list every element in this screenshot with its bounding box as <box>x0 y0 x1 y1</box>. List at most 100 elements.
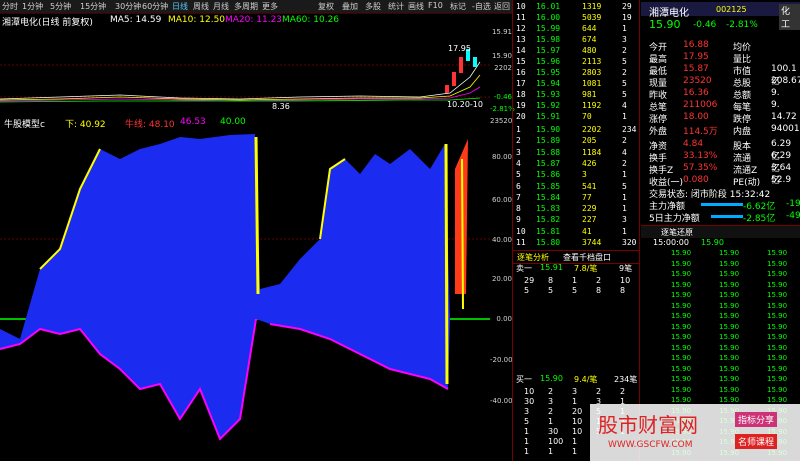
mark-button[interactable]: 标记 <box>450 1 466 12</box>
price-chart[interactable]: 17.95 8.36 10.20-10 <box>0 27 490 115</box>
quote-cell: 57.35% <box>683 163 718 173</box>
flow5-row: 5日主力净额 -2.85亿 -49 <box>641 211 800 224</box>
badge-indicator-share[interactable]: 指标分享 <box>735 412 778 427</box>
badge-courses[interactable]: 名师课程 <box>735 434 778 449</box>
order-book-cell-i: 13 <box>516 35 526 44</box>
order-book-cell-v2: 1 <box>622 192 627 202</box>
order-book-row[interactable]: 7 15.84 77 1 <box>514 192 638 204</box>
restore-rights-button[interactable]: 复权 <box>318 1 334 12</box>
tab-week[interactable]: 周线 <box>193 1 209 12</box>
draw-line-button[interactable]: 画线 <box>408 1 424 12</box>
tab-1min[interactable]: 1分钟 <box>22 1 43 12</box>
order-book-row[interactable]: 8 15.83 229 1 <box>514 203 638 215</box>
grid-cell: 1 <box>572 397 578 406</box>
add-favorite-button[interactable]: -自选 <box>472 1 491 12</box>
grid-cell: 29 <box>524 276 535 285</box>
order-book-cell-v2: 1 <box>622 170 627 180</box>
grid-cell: 2 <box>620 387 626 396</box>
grid-cell: 1 <box>548 417 554 426</box>
tick-row: 15.90 <box>719 364 740 373</box>
date-range-label: 10.20-10 <box>447 100 483 109</box>
quote-cell: 15.87 <box>683 64 709 74</box>
tick-list-title[interactable]: 逐笔还原 <box>661 227 693 238</box>
order-book-cell-v: 426 <box>582 158 597 168</box>
order-book-cell-v: 2113 <box>582 57 602 66</box>
order-book-cell-p: 15.88 <box>536 147 561 157</box>
grid-cell: 1 <box>524 427 530 436</box>
order-book-cell-v2: 2 <box>622 68 627 77</box>
grid-cell: 1 <box>524 437 530 446</box>
grid-cell: 5 <box>524 286 530 295</box>
tab-day[interactable]: 日线 <box>172 1 188 12</box>
order-book-row[interactable]: 2 15.89 205 2 <box>514 135 638 147</box>
indicator-chart[interactable] <box>0 129 490 459</box>
tab-month[interactable]: 月线 <box>213 1 229 12</box>
tab-depth-view[interactable]: 查看千档盘口 <box>563 252 611 263</box>
tab-tick-analysis[interactable]: 逐笔分析 <box>517 252 549 263</box>
tick-row: 15.90 <box>719 343 740 352</box>
main-flow-bar <box>701 203 743 206</box>
order-book-cell-v2: 4 <box>622 101 627 110</box>
current-price: 15.90 <box>649 18 681 31</box>
grid-cell: 2 <box>596 276 602 285</box>
tab-5min[interactable]: 5分钟 <box>50 1 71 12</box>
stats-button[interactable]: 统计 <box>388 1 404 12</box>
buy-one-label: 买一 <box>516 375 532 384</box>
tab-fenshi[interactable]: 分时 <box>2 1 18 12</box>
order-book-row[interactable]: 1 15.90 2202 234 <box>514 124 638 136</box>
tick-row: 15.90 <box>671 301 692 310</box>
multi-stock-button[interactable]: 多股 <box>365 1 381 12</box>
order-book-row[interactable]: 6 15.85 541 5 <box>514 181 638 193</box>
analysis-tabs: 逐笔分析 查看千档盘口 <box>513 250 639 264</box>
quote-cell: 14.72 <box>771 112 797 122</box>
tab-multi-period[interactable]: 多周期 <box>234 1 258 12</box>
buy-one-price: 15.90 <box>540 374 563 383</box>
order-book-cell-i: 8 <box>516 204 521 214</box>
order-book-cell-p: 15.94 <box>536 79 561 88</box>
order-book-cell-v2: 3 <box>622 215 627 225</box>
tab-30min[interactable]: 30分钟 <box>115 1 141 12</box>
order-book-row[interactable]: 4 15.87 426 2 <box>514 158 638 170</box>
order-book-cell-v: 480 <box>582 46 597 55</box>
ind-axis-20: 20.00 <box>491 275 512 283</box>
yellow-signal-1 <box>254 136 260 295</box>
order-book-cell-i: 4 <box>516 158 521 168</box>
tick-row: 15.90 <box>719 259 740 268</box>
order-book-cell-v2: 5 <box>622 79 627 88</box>
order-book-cell-v2: 1 <box>622 112 627 121</box>
tick-row: 15.90 <box>671 333 692 341</box>
tab-15min[interactable]: 15分钟 <box>80 1 106 12</box>
back-button[interactable]: 返回 <box>494 1 510 12</box>
f10-button[interactable]: F10 <box>428 1 443 10</box>
order-book-row[interactable]: 11 15.80 3744 320 <box>514 237 638 249</box>
order-book-cell-p: 15.96 <box>536 57 561 66</box>
grid-cell: 10 <box>572 417 583 426</box>
overlay-button[interactable]: 叠加 <box>342 1 358 12</box>
order-book-row[interactable]: 9 15.82 227 3 <box>514 214 638 226</box>
sell-one-qty: 7.8/笔 <box>574 264 598 273</box>
order-book-row[interactable]: 20 15.91 70 1 <box>514 111 638 123</box>
grid-cell: 30 <box>548 427 559 436</box>
tab-more[interactable]: 更多 <box>262 1 278 12</box>
main-flow-value-2: -19 <box>786 199 800 209</box>
tick-row: 15.90 <box>719 301 740 310</box>
order-book-row[interactable]: 5 15.86 3 1 <box>514 169 638 181</box>
tab-60min[interactable]: 60分钟 <box>142 1 168 12</box>
order-book-row[interactable]: 3 15.88 1184 4 <box>514 147 638 159</box>
grid-cell: 3 <box>548 397 554 406</box>
sell-one-price: 15.91 <box>540 263 563 272</box>
tick-price: 15.90 <box>701 238 724 247</box>
order-book-cell-v: 674 <box>582 35 597 44</box>
order-book-cell-i: 19 <box>516 101 526 110</box>
order-book-row[interactable]: 10 15.81 41 1 <box>514 226 638 238</box>
tick-row: 15.90 <box>719 322 740 331</box>
tick-row: 15.90 <box>719 375 740 383</box>
grid-cell: 100 <box>548 437 564 446</box>
grid-cell: 5 <box>548 286 554 295</box>
quote-cell: 17.95 <box>683 52 709 62</box>
order-book-cell-v2: 19 <box>622 13 632 22</box>
order-book-cell-p: 15.85 <box>536 181 561 191</box>
quote-cell: 208.67 <box>771 76 800 86</box>
order-book-cell-p: 15.98 <box>536 35 561 44</box>
kline-info-bar: 湘潭电化(日线 前复权) MA5: 14.59 MA10: 12.50 MA20… <box>0 13 490 28</box>
